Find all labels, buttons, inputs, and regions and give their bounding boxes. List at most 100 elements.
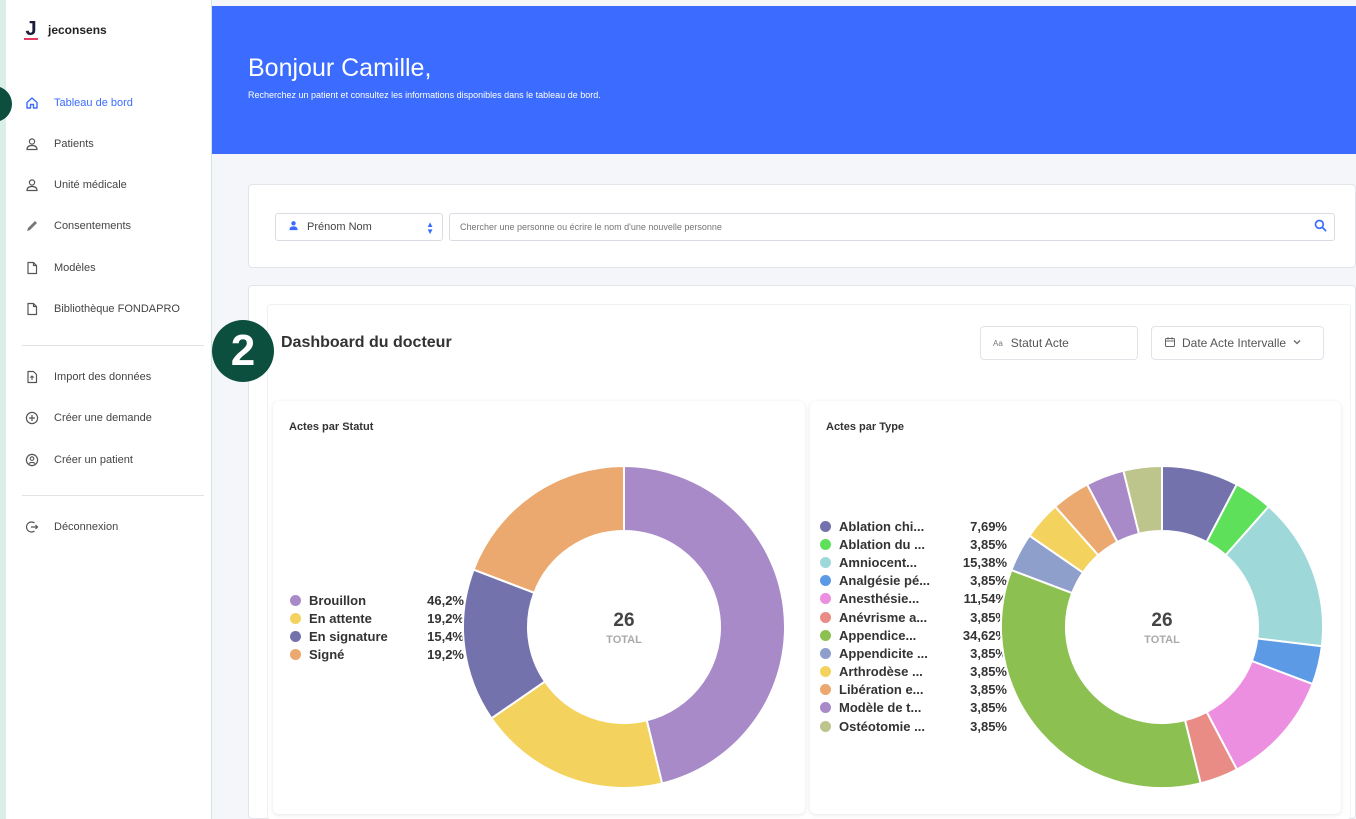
user-icon [24,136,40,152]
sidebar-item-label: Consentements [54,220,132,232]
legend-swatch [290,612,301,624]
legend-item[interactable]: Modèle de t... 3,85% [820,699,1007,717]
legend-item[interactable]: Appendicite ... 3,85% [820,644,1007,662]
donut-slice[interactable] [472,464,625,595]
text-type-icon: Aa [993,338,1003,348]
legend-item[interactable]: Analgésie pé... 3,85% [820,572,1007,590]
sidebar-item-patients[interactable]: Patients [24,134,94,154]
chart-title: Actes par Type [826,421,905,433]
legend-label: Libération e... [839,682,924,698]
chart-title: Actes par Statut [289,421,374,433]
file-icon [24,260,40,276]
sidebar-item-label: Patients [54,138,94,150]
legend-label: En attente [309,610,372,626]
import-icon [24,369,40,385]
chart-legend: Brouillon 46,2% En attente 19,2% En signatur… [290,591,464,664]
legend-label: Ablation chi... [839,518,925,534]
legend-item[interactable]: Anévrisme a... 3,85% [820,608,1007,626]
legend-label: Modèle de t... [839,700,922,716]
calendar-icon [1164,336,1176,351]
sidebar-divider [22,495,204,496]
logo-text: jeconsens [48,23,107,37]
logo[interactable]: J jeconsens [24,19,107,40]
legend-value: 19,2% [427,610,464,626]
legend-swatch [820,647,831,659]
user-circle-icon [24,452,40,468]
chart-actes-par-type: Actes par Type Ablation chi... 7,69% Ablat… [810,401,1341,814]
legend-value: 19,2% [427,647,464,663]
donut-slice[interactable] [1000,568,1202,789]
sidebar-item-creer-demande[interactable]: Créer une demande [24,408,152,428]
dashboard-title: Dashboard du docteur [281,334,452,351]
legend-label: Brouillon [309,592,367,608]
sidebar-item-label: Unité médicale [54,179,127,191]
legend-swatch [820,538,831,550]
legend-item[interactable]: Ablation chi... 7,69% [820,517,1007,535]
sidebar-item-modeles[interactable]: Modèles [24,258,96,278]
step-marker-1 [0,86,12,122]
filter-date-acte[interactable]: Date Acte Intervalle [1151,326,1324,360]
legend-swatch [820,666,831,678]
select-caret-icon: ▲ ▼ [426,220,434,236]
legend-label: Arthrodèse ... [839,664,923,680]
legend-swatch [820,720,831,732]
legend-swatch [820,593,831,605]
legend-item[interactable]: Brouillon 46,2% [290,591,464,609]
sidebar-item-consentements[interactable]: Consentements [24,216,131,236]
search-input[interactable] [449,213,1335,241]
legend-item[interactable]: Ostéotomie ... 3,85% [820,717,1007,735]
legend-swatch [820,575,831,587]
legend-swatch [820,684,831,696]
sidebar-divider [22,345,204,346]
logout-button[interactable]: Déconnexion [24,517,118,537]
legend-swatch [820,520,831,532]
donut-total-label: TOTAL [606,634,642,646]
sidebar-item-unite-medicale[interactable]: Unité médicale [24,175,127,195]
legend-label: Signé [309,647,345,663]
search-type-value: Prénom Nom [307,221,372,233]
sidebar: J jeconsens Tableau de bord Patients Uni… [0,0,212,819]
legend-swatch [820,629,831,641]
chevron-down-icon [1292,336,1302,350]
sidebar-item-label: Bibliothèque FONDAPRO [54,303,180,315]
legend-item[interactable]: En attente 19,2% [290,609,464,627]
legend-label: Ostéotomie ... [839,718,925,734]
chart-actes-par-statut: Actes par Statut Brouillon 46,2% En attent… [273,401,805,814]
legend-label: Anévrisme a... [839,609,928,625]
sidebar-item-bibliotheque[interactable]: Bibliothèque FONDAPRO [24,299,180,319]
legend-label: Appendice... [839,627,917,643]
user-icon [24,177,40,193]
step-marker-2: 2 [212,320,274,382]
search-type-select[interactable]: Prénom Nom ▲ ▼ [275,213,443,241]
app-root: J jeconsens Tableau de bord Patients Uni… [0,0,1356,819]
sidebar-item-tableau-de-bord[interactable]: Tableau de bord [24,93,133,113]
chart-legend: Ablation chi... 7,69% Ablation du ... 3,85%… [820,517,1007,735]
search-card: Prénom Nom ▲ ▼ [248,184,1356,268]
sidebar-item-creer-patient[interactable]: Créer un patient [24,450,133,470]
legend-label: Appendicite ... [839,645,928,661]
legend-item[interactable]: Amniocent... 15,38% [820,553,1007,571]
plus-circle-icon [24,410,40,426]
sidebar-item-import[interactable]: Import des données [24,367,151,387]
legend-item[interactable]: Libération e... 3,85% [820,681,1007,699]
filter-label: Statut Acte [1010,336,1069,350]
legend-swatch [290,649,301,661]
legend-label: Analgésie pé... [839,573,931,589]
legend-item[interactable]: Ablation du ... 3,85% [820,535,1007,553]
legend-swatch [290,594,301,606]
legend-label: Amniocent... [839,554,918,570]
legend-item[interactable]: Signé 19,2% [290,646,464,664]
search-icon[interactable] [1314,219,1327,237]
filter-statut-acte[interactable]: Aa Statut Acte [980,326,1138,360]
sidebar-item-label: Tableau de bord [54,97,133,109]
page-subtitle: Recherchez un patient et consultez les i… [248,90,601,100]
legend-item[interactable]: Arthrodèse ... 3,85% [820,663,1007,681]
pen-icon [24,218,40,234]
legend-item[interactable]: Anesthésie... 11,54% [820,590,1007,608]
legend-item[interactable]: En signature 15,4% [290,627,464,645]
legend-item[interactable]: Appendice... 34,62% [820,626,1007,644]
legend-label: Anesthésie... [839,591,920,607]
legend-swatch [820,611,831,623]
sidebar-item-label: Modèles [54,262,96,274]
legend-value: 46,2% [427,592,464,608]
